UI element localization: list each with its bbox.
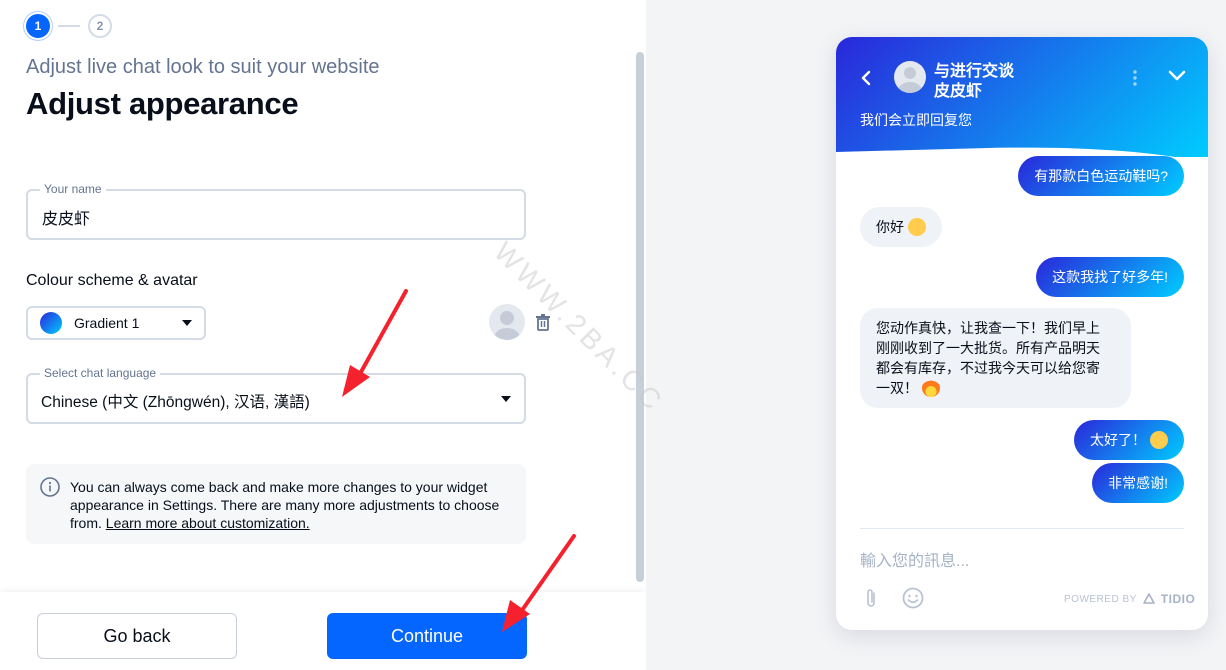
tidio-logo-icon bbox=[1142, 593, 1155, 604]
fire-emoji-icon bbox=[922, 379, 940, 397]
preview-panel: 与进行交谈 皮皮虾 我们会立即回复您 有那款白色运动鞋吗? 你好 这款我找了好多… bbox=[646, 0, 1226, 670]
colour-scheme-value: Gradient 1 bbox=[74, 315, 140, 331]
message-text: 太好了！ bbox=[1090, 432, 1146, 448]
info-box: You can always come back and make more c… bbox=[26, 464, 526, 544]
visitor-message: 这款我找了好多年! bbox=[1036, 257, 1184, 297]
message-line: 您动作真快，让我查一下！我们早上 bbox=[876, 320, 1100, 336]
step-connector bbox=[58, 25, 80, 27]
widget-title-line2: 皮皮虾 bbox=[934, 83, 983, 100]
message-text: 你好 bbox=[876, 219, 904, 235]
stepper: 1 2 bbox=[26, 14, 112, 38]
chat-widget-preview: 与进行交谈 皮皮虾 我们会立即回复您 有那款白色运动鞋吗? 你好 这款我找了好多… bbox=[836, 37, 1208, 630]
more-options-icon[interactable] bbox=[1132, 69, 1138, 87]
name-field-label: Your name bbox=[40, 182, 106, 196]
footer: Go back Continue bbox=[0, 592, 646, 670]
powered-by-label: POWERED BY bbox=[1064, 593, 1137, 605]
go-back-button[interactable]: Go back bbox=[37, 613, 237, 659]
grin-emoji-icon bbox=[908, 218, 926, 236]
brand-name: TIDIO bbox=[1160, 592, 1196, 606]
trash-icon[interactable] bbox=[536, 314, 550, 336]
widget-avatar bbox=[894, 61, 926, 93]
grin-emoji-icon bbox=[1150, 431, 1168, 449]
message-text: 有那款白色运动鞋吗? bbox=[1034, 168, 1168, 184]
setup-panel: 1 2 Adjust live chat look to suit your w… bbox=[0, 0, 646, 670]
caret-down-icon bbox=[182, 320, 192, 326]
name-field-value[interactable]: 皮皮虾 bbox=[42, 205, 90, 229]
language-select[interactable]: Select chat language Chinese (中文 (Zhōngw… bbox=[26, 366, 526, 424]
learn-more-link[interactable]: Learn more about customization. bbox=[106, 515, 310, 531]
info-icon bbox=[40, 477, 60, 497]
avatar[interactable] bbox=[489, 304, 525, 340]
name-field[interactable]: Your name 皮皮虾 bbox=[26, 182, 526, 240]
page-subtitle: Adjust live chat look to suit your websi… bbox=[26, 56, 380, 78]
caret-down-icon bbox=[501, 396, 511, 402]
operator-message: 你好 bbox=[860, 207, 942, 247]
powered-by: POWERED BY TIDIO bbox=[1064, 591, 1195, 607]
widget-header bbox=[836, 37, 1208, 157]
page-title: Adjust appearance bbox=[26, 86, 299, 121]
avatar-placeholder-icon bbox=[494, 311, 520, 340]
emoji-picker-icon[interactable] bbox=[902, 587, 924, 609]
step-1: 1 bbox=[26, 14, 50, 38]
chevron-left-icon[interactable] bbox=[860, 70, 872, 86]
continue-button[interactable]: Continue bbox=[327, 613, 527, 659]
message-line: 一双！ bbox=[876, 380, 918, 396]
message-input[interactable]: 輸入您的訊息... bbox=[860, 547, 969, 571]
visitor-message: 有那款白色运动鞋吗? bbox=[1018, 156, 1184, 196]
operator-message: 您动作真快，让我查一下！我们早上 刚刚收到了一大批货。所有产品明天 都会有库存，… bbox=[860, 308, 1131, 408]
widget-reply-note: 我们会立即回复您 bbox=[860, 112, 972, 128]
message-line: 都会有库存，不过我今天可以给您寄 bbox=[876, 360, 1100, 376]
message-text: 非常感谢! bbox=[1108, 475, 1168, 491]
message-line: 刚刚收到了一大批货。所有产品明天 bbox=[876, 340, 1100, 356]
avatar-placeholder-icon bbox=[898, 67, 922, 93]
language-select-value: Chinese (中文 (Zhōngwén), 汉语, 漢語) bbox=[41, 394, 310, 411]
message-text: 这款我找了好多年! bbox=[1052, 269, 1168, 285]
info-text: You can always come back and make more c… bbox=[70, 478, 516, 532]
visitor-message: 非常感谢! bbox=[1092, 463, 1184, 503]
step-2: 2 bbox=[88, 14, 112, 38]
colour-scheme-label: Colour scheme & avatar bbox=[26, 272, 198, 289]
gradient-swatch-icon bbox=[40, 312, 62, 334]
language-select-label: Select chat language bbox=[40, 366, 161, 380]
input-divider bbox=[860, 528, 1184, 529]
chevron-down-icon[interactable] bbox=[1168, 70, 1186, 82]
visitor-message: 太好了！ bbox=[1074, 420, 1184, 460]
colour-scheme-select[interactable]: Gradient 1 bbox=[26, 306, 206, 340]
paperclip-icon[interactable] bbox=[864, 587, 878, 609]
scrollbar[interactable] bbox=[636, 52, 644, 582]
